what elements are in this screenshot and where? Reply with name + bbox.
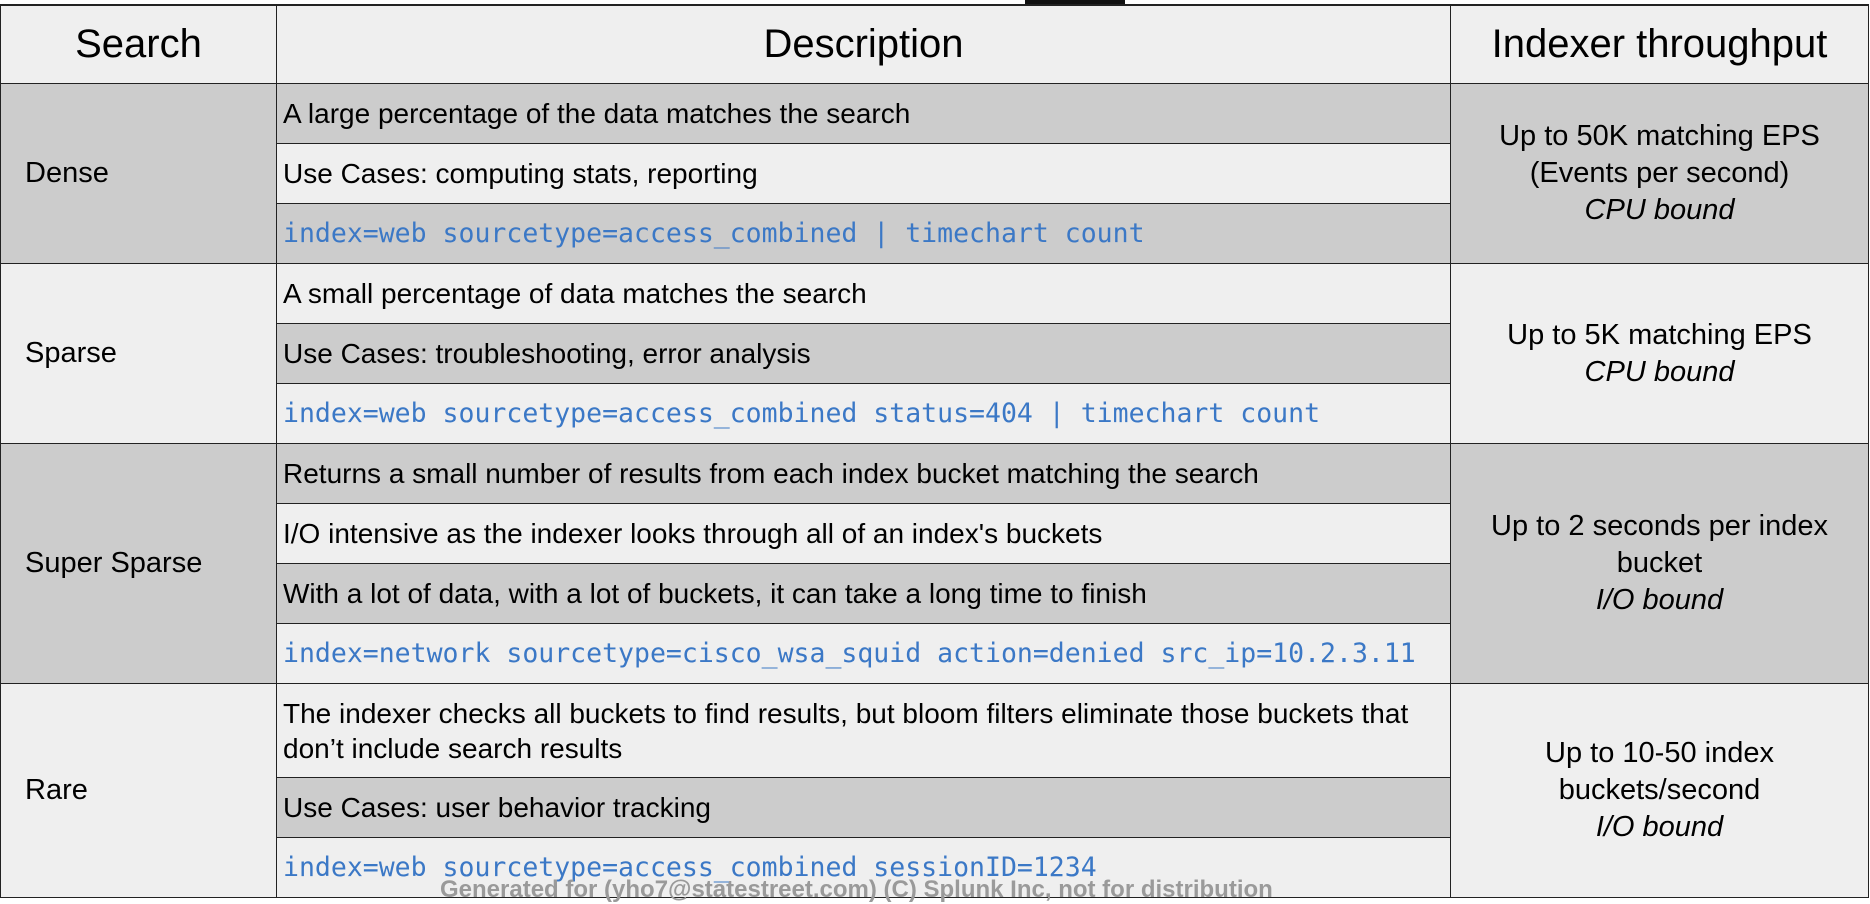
- header-search: Search: [1, 6, 277, 84]
- throughput-sparse: Up to 5K matching EPS CPU bound: [1451, 264, 1869, 444]
- search-type-rare: Rare: [1, 684, 277, 898]
- description-text: Returns a small number of results from e…: [277, 444, 1451, 504]
- description-text: I/O intensive as the indexer looks throu…: [277, 504, 1451, 564]
- throughput-dense: Up to 50K matching EPS (Events per second…: [1451, 84, 1869, 264]
- description-text: Use Cases: computing stats, reporting: [277, 144, 1451, 204]
- description-text: A large percentage of the data matches t…: [277, 84, 1451, 144]
- example-search-query: index=network sourcetype=cisco_wsa_squid…: [277, 624, 1451, 684]
- throughput-bound: I/O bound: [1595, 811, 1724, 843]
- description-text: The indexer checks all buckets to find r…: [277, 684, 1451, 778]
- throughput-text: Up to 10-50 index buckets/second: [1545, 737, 1774, 806]
- header-description: Description: [277, 6, 1451, 84]
- search-type-sparse: Sparse: [1, 264, 277, 444]
- search-type-dense: Dense: [1, 84, 277, 264]
- description-text: Use Cases: user behavior tracking: [277, 778, 1451, 838]
- search-types-table: Search Description Indexer throughput De…: [0, 4, 1869, 898]
- throughput-text: Up to 50K matching EPS: [1499, 120, 1820, 152]
- description-text: A small percentage of data matches the s…: [277, 264, 1451, 324]
- example-search-query: index=web sourcetype=access_combined | t…: [277, 204, 1451, 264]
- example-search-query: index=web sourcetype=access_combined sta…: [277, 384, 1451, 444]
- header-indexer-throughput: Indexer throughput: [1451, 6, 1869, 84]
- description-text: Use Cases: troubleshooting, error analys…: [277, 324, 1451, 384]
- description-text: With a lot of data, with a lot of bucket…: [277, 564, 1451, 624]
- search-type-super-sparse: Super Sparse: [1, 444, 277, 684]
- throughput-bound: I/O bound: [1595, 584, 1724, 616]
- throughput-text: Up to 2 seconds per index bucket: [1491, 510, 1828, 579]
- throughput-super-sparse: Up to 2 seconds per index bucket I/O boun…: [1451, 444, 1869, 684]
- throughput-rare: Up to 10-50 index buckets/second I/O boun…: [1451, 684, 1869, 898]
- throughput-text: (Events per second): [1529, 157, 1790, 189]
- throughput-bound: CPU bound: [1584, 194, 1735, 226]
- throughput-bound: CPU bound: [1584, 355, 1735, 388]
- watermark: Generated for (yho7@statestreet.com) (C)…: [440, 876, 1273, 903]
- throughput-text: Up to 5K matching EPS: [1507, 318, 1812, 351]
